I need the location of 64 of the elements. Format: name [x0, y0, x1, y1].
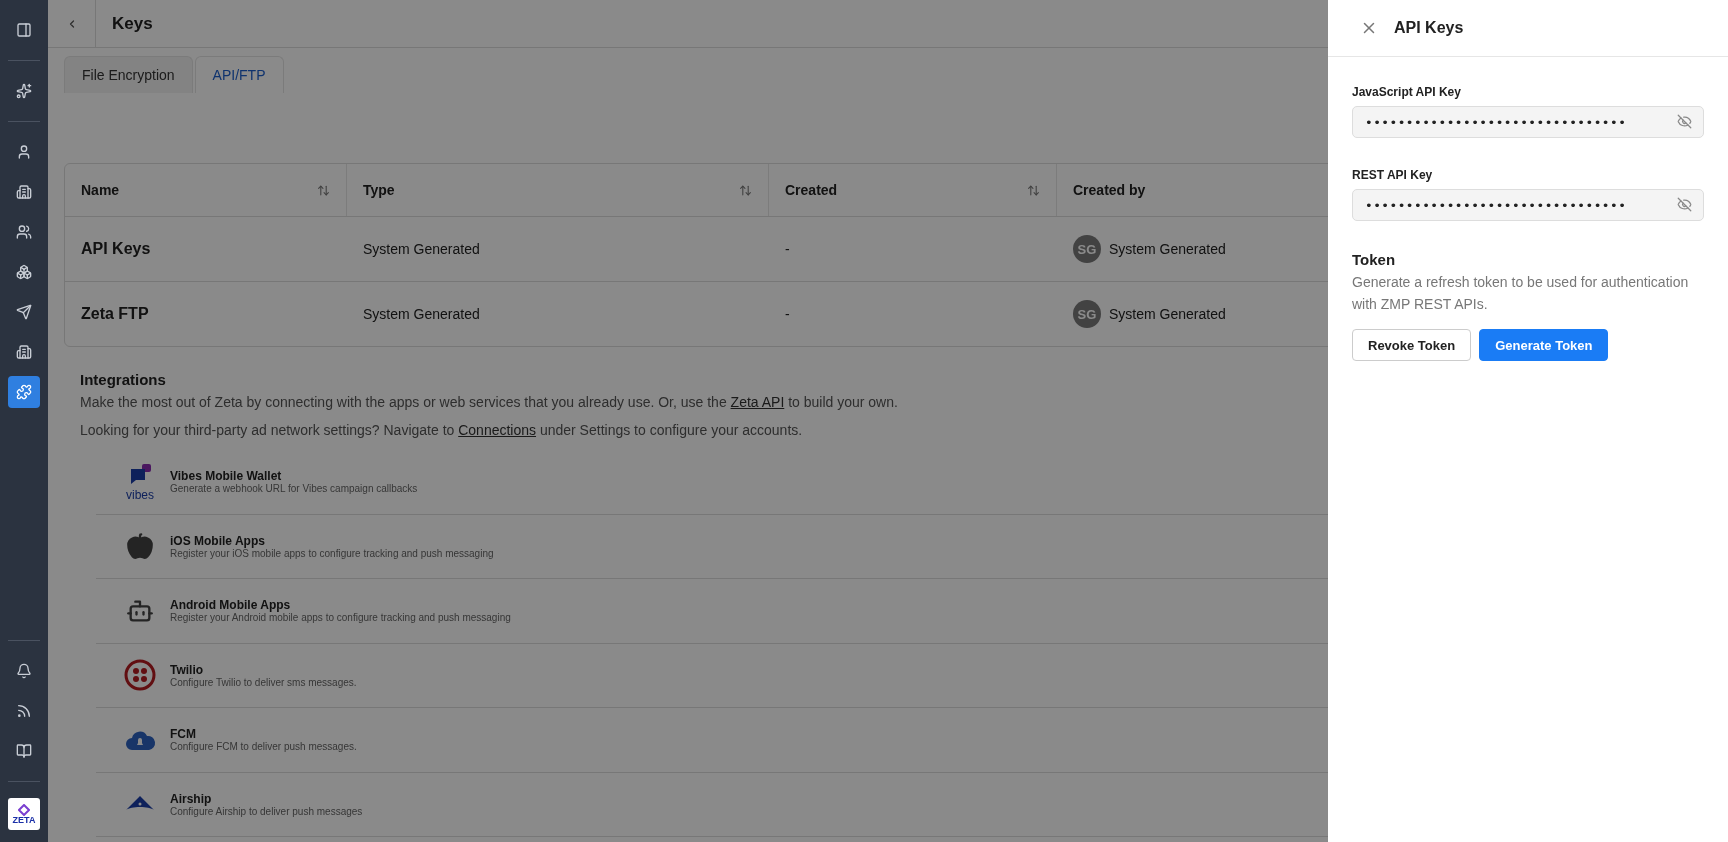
integration-name: iOS Mobile Apps — [170, 533, 266, 548]
avatar: SG — [1073, 235, 1101, 263]
table-cell: System Generated — [1109, 306, 1226, 322]
generate-token-button[interactable]: Generate Token — [1479, 329, 1609, 361]
connections-link[interactable]: Connections — [458, 422, 537, 438]
integration-description: Configure Twilio to deliver sms messages. — [170, 676, 357, 688]
input-field[interactable]: •••••••••••••••••••••••••••••••• — [1352, 106, 1704, 138]
four-dots-circle-icon — [124, 659, 156, 692]
eye-off-icon[interactable] — [1677, 114, 1692, 129]
send-icon — [16, 304, 32, 320]
panel-title: API Keys — [1394, 19, 1464, 37]
integration-description: Register your Android mobile apps to configure tracking and push messaging — [170, 612, 511, 624]
logo-text: vibes — [126, 487, 154, 502]
table-cell-text: - — [784, 241, 791, 257]
revoke-token-button[interactable]: Revoke Token — [1352, 329, 1472, 361]
integration-description: Generate a webhook URL for Vibes campaign callbacks — [170, 483, 418, 495]
building-icon — [16, 344, 32, 360]
integration-name: Android Mobile Apps — [170, 598, 292, 613]
api-link[interactable]: Zeta API — [730, 394, 785, 410]
table-cell-text: API Keys — [80, 240, 152, 258]
integration-description: Configure FCM to deliver push messages. — [170, 741, 357, 753]
logo[interactable]: ZETA — [8, 798, 40, 830]
field-label: REST API Key — [1352, 168, 1434, 182]
table-cell-text: - — [784, 306, 791, 322]
table-cell-text: Zeta FTP — [80, 305, 150, 323]
token-title: Token — [1352, 251, 1397, 268]
sort-icon[interactable] — [739, 183, 752, 197]
users-icon — [16, 224, 32, 240]
eye-off-icon[interactable] — [1677, 197, 1692, 212]
table-cell: System Generated — [1109, 241, 1226, 257]
sort-icon[interactable] — [1027, 183, 1040, 197]
puzzle-icon — [16, 384, 32, 400]
building-icon — [16, 184, 32, 200]
sort-icon[interactable] — [317, 183, 330, 197]
user-icon — [16, 144, 32, 160]
avatar: SG — [1073, 300, 1101, 328]
table-cell-text: System Generated — [362, 306, 481, 322]
integration-name: FCM — [170, 727, 197, 742]
logo-text: ZETA — [12, 815, 36, 825]
integration-name: Twilio — [170, 662, 205, 677]
table-cell-text: System Generated — [362, 241, 481, 257]
integration-description: Configure Airship to deliver push messages — [170, 805, 363, 817]
column-header[interactable]: Name — [65, 164, 347, 216]
sparkles-icon — [16, 83, 32, 99]
section-title: Integrations — [80, 371, 167, 388]
integration-name: Vibes Mobile Wallet — [170, 469, 283, 484]
column-header[interactable]: Type — [347, 164, 769, 216]
column-header[interactable]: Created — [769, 164, 1057, 216]
apple-icon — [126, 532, 154, 561]
token-description: Generate a refresh token to be used for authentication with ZMP REST APIs. — [1352, 273, 1690, 314]
book-icon — [16, 743, 32, 759]
puzzle-nav-button[interactable] — [8, 376, 40, 408]
bell-icon — [16, 663, 32, 679]
cluster-icon — [16, 264, 32, 280]
tab[interactable]: API/FTP — [194, 56, 284, 93]
input-field[interactable]: •••••••••••••••••••••••••••••••• — [1352, 189, 1704, 221]
field-label: JavaScript API Key — [1352, 85, 1462, 99]
integration-description: Register your iOS mobile apps to configure tracking and push messaging — [170, 547, 494, 559]
diamond-logo-icon — [18, 803, 30, 816]
panel-toggle-icon — [16, 22, 32, 38]
tab[interactable]: File Encryption — [64, 56, 193, 93]
signal-icon — [16, 703, 32, 719]
integration-name: Airship — [170, 791, 213, 806]
page-title: Keys — [112, 13, 153, 34]
